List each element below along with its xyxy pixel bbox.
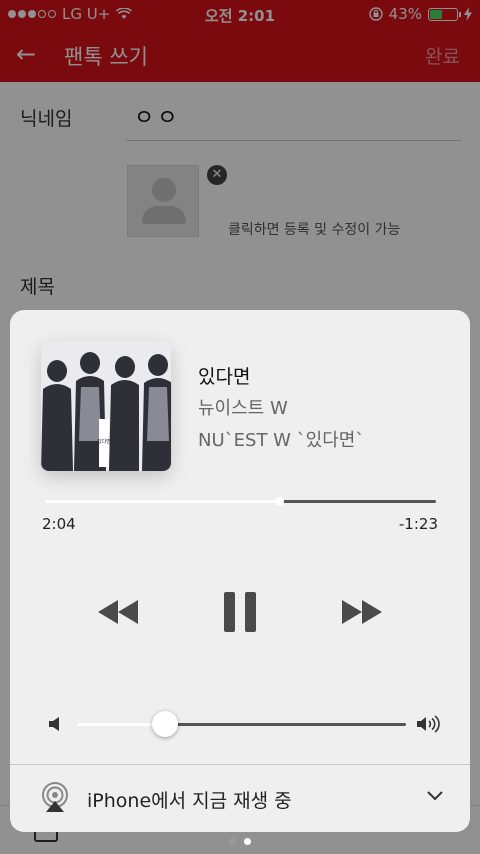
page-dot-active [244, 838, 251, 845]
page-indicator [0, 838, 480, 845]
volume-knob[interactable] [152, 711, 179, 737]
volume-low-icon [49, 717, 59, 731]
pause-icon[interactable] [222, 590, 258, 634]
fast-forward-icon[interactable] [340, 590, 384, 634]
volume-high-icon [417, 715, 440, 733]
song-title: 있다면 [198, 366, 251, 388]
rewind-icon[interactable] [96, 590, 140, 634]
now-playing-card: 있다면 있다면 뉴이스트 W NU`EST W `있다면` 2:04 -1:23 [10, 310, 470, 832]
page-dot [229, 838, 236, 845]
song-artist: 뉴이스트 W [198, 398, 288, 419]
volume-slider[interactable] [76, 711, 406, 737]
progress-knob[interactable] [275, 497, 285, 506]
album-art: 있다면 [41, 341, 171, 471]
divider [10, 764, 470, 765]
album-art-title: 있다면 [97, 438, 111, 445]
time-remaining: -1:23 [398, 515, 438, 533]
airplay-icon[interactable] [40, 782, 70, 812]
song-album: NU`EST W `있다면` [198, 430, 365, 451]
chevron-down-icon[interactable] [426, 790, 444, 802]
time-elapsed: 2:04 [42, 515, 76, 533]
progress-scrubber[interactable] [44, 497, 436, 506]
output-device-label[interactable]: iPhone에서 지금 재생 중 [87, 786, 292, 813]
progress-fill [44, 500, 280, 503]
